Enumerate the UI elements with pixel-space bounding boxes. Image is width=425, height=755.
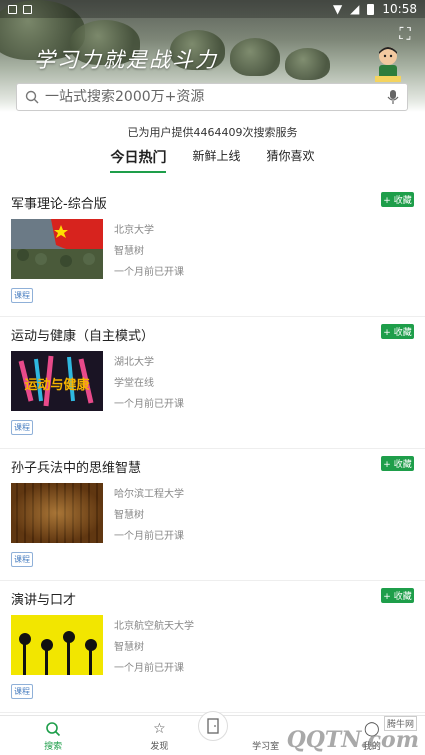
course-item[interactable]: 军事理论-综合版 + 收藏 北京大学 智慧树 一个月前已开课 课程 bbox=[0, 185, 425, 317]
search-stats-text: 已为用户提供4464409次搜索服务 bbox=[127, 126, 298, 139]
battery-icon bbox=[367, 3, 375, 15]
nav-study-room-label: 学习室 bbox=[252, 742, 280, 752]
search-icon bbox=[25, 90, 39, 104]
nav-search[interactable]: 搜索 bbox=[0, 716, 106, 755]
nav-search-label: 搜索 bbox=[44, 742, 63, 752]
course-start-time: 一个月前已开课 bbox=[114, 663, 184, 674]
tab-guess-you-like[interactable]: 猜你喜欢 bbox=[267, 147, 315, 173]
microphone-icon[interactable] bbox=[387, 89, 399, 105]
hero-slogan: 学习力就是战斗力 bbox=[34, 48, 218, 72]
tab-new-online[interactable]: 新鲜上线 bbox=[192, 147, 240, 173]
soldier-figure bbox=[230, 38, 280, 76]
course-school: 北京航空航天大学 bbox=[114, 621, 194, 632]
search-icon bbox=[46, 722, 61, 737]
nav-discover[interactable]: ☆ 发现 bbox=[106, 716, 212, 755]
course-item[interactable]: 孙子兵法中的思维智慧 + 收藏 哈尔滨工程大学 智慧树 一个月前已开课 课程 bbox=[0, 449, 425, 581]
status-bar: ▼ ◢ 10:58 bbox=[0, 0, 425, 18]
mascot-icon bbox=[375, 47, 401, 82]
course-title: 演讲与口才 bbox=[11, 593, 77, 608]
door-icon bbox=[207, 718, 219, 734]
star-icon: ☆ bbox=[153, 721, 166, 737]
collect-button[interactable]: + 收藏 bbox=[381, 324, 414, 339]
course-platform: 智慧树 bbox=[114, 642, 144, 653]
tab-bar: 今日热门 新鲜上线 猜你喜欢 bbox=[0, 147, 425, 173]
collect-button[interactable]: + 收藏 bbox=[381, 192, 414, 207]
course-thumbnail: 运动与健康 bbox=[11, 351, 103, 411]
status-time: 10:58 bbox=[382, 2, 417, 16]
course-school: 北京大学 bbox=[114, 225, 154, 236]
course-platform: 学堂在线 bbox=[114, 378, 154, 389]
course-tag: 课程 bbox=[11, 288, 33, 303]
nav-discover-label: 发现 bbox=[150, 742, 169, 752]
course-item[interactable]: 演讲与口才 + 收藏 北京航空航天大学 智慧树 一个月前已开课 课程 bbox=[0, 581, 425, 713]
photo-notification-icon bbox=[8, 4, 17, 14]
tab-today-hot[interactable]: 今日热门 bbox=[110, 147, 167, 173]
course-school: 湖北大学 bbox=[114, 357, 154, 368]
course-tag: 课程 bbox=[11, 420, 33, 435]
wifi-icon: ▼ bbox=[332, 2, 343, 16]
course-list: 军事理论-综合版 + 收藏 北京大学 智慧树 一个月前已开课 课程 运动与健康（… bbox=[0, 185, 425, 713]
course-item[interactable]: 运动与健康（自主模式） + 收藏 运动与健康 湖北大学 学堂在线 一个月前已开课… bbox=[0, 317, 425, 449]
soldier-figure bbox=[285, 48, 330, 80]
course-school: 哈尔滨工程大学 bbox=[114, 489, 184, 500]
course-start-time: 一个月前已开课 bbox=[114, 267, 184, 278]
search-bar[interactable] bbox=[16, 83, 408, 111]
course-platform: 智慧树 bbox=[114, 246, 144, 257]
course-title: 军事理论-综合版 bbox=[11, 197, 107, 212]
study-room-button[interactable] bbox=[198, 711, 228, 741]
course-title: 孙子兵法中的思维智慧 bbox=[11, 461, 142, 476]
course-thumbnail bbox=[11, 615, 103, 675]
course-platform: 智慧树 bbox=[114, 510, 144, 521]
a-notification-icon bbox=[23, 4, 32, 14]
collect-button[interactable]: + 收藏 bbox=[381, 588, 414, 603]
course-tag: 课程 bbox=[11, 684, 33, 699]
fullscreen-icon[interactable]: ⛶ bbox=[397, 26, 413, 42]
course-tag: 课程 bbox=[11, 552, 33, 567]
course-thumbnail bbox=[11, 483, 103, 543]
course-title: 运动与健康（自主模式） bbox=[11, 329, 155, 344]
collect-button[interactable]: + 收藏 bbox=[381, 456, 414, 471]
watermark-logo: QQTN.com bbox=[286, 727, 419, 753]
thumbnail-text: 运动与健康 bbox=[24, 377, 90, 393]
course-start-time: 一个月前已开课 bbox=[114, 399, 184, 410]
course-start-time: 一个月前已开课 bbox=[114, 531, 184, 542]
signal-icon: ◢ bbox=[350, 2, 360, 16]
search-input[interactable] bbox=[45, 89, 387, 105]
course-thumbnail bbox=[11, 219, 103, 279]
